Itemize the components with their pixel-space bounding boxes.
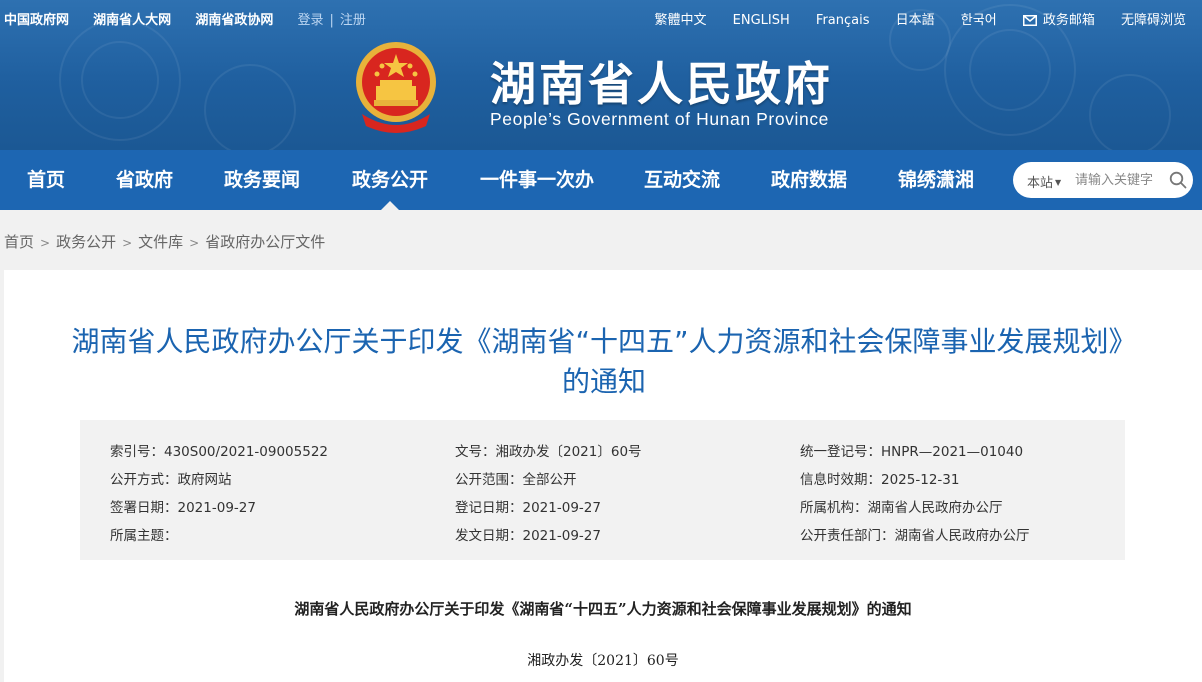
breadcrumb-gov-affairs-open[interactable]: 政务公开 bbox=[56, 233, 116, 251]
document-metadata-table: 索引号：430S00/2021-09005522 文号：湘政办发〔2021〕60… bbox=[80, 420, 1125, 560]
link-china-gov[interactable]: 中国政府网 bbox=[4, 13, 69, 28]
document-body-heading: 湖南省人民政府办公厅关于印发《湖南省“十四五”人力资源和社会保障事业发展规划》的… bbox=[294, 600, 912, 618]
top-link-bar: 中国政府网 湖南省人大网 湖南省政协网 登录 | 注册 繁體中文 ENGLISH F… bbox=[0, 0, 1202, 34]
meta-publish-scope: 公开范围：全部公开 bbox=[455, 472, 577, 488]
gov-mail-label: 政务邮箱 bbox=[1042, 13, 1095, 28]
login-link[interactable]: 登录 bbox=[297, 13, 323, 28]
meta-agency: 所属机构：湖南省人民政府办公厅 bbox=[800, 500, 1003, 516]
search-icon[interactable] bbox=[1169, 171, 1187, 189]
nav-item-gov-affairs-open[interactable]: 政务公开 bbox=[352, 150, 428, 210]
breadcrumb-document-library[interactable]: 文件库 bbox=[138, 233, 183, 251]
nav-item-provincial-gov[interactable]: 省政府 bbox=[116, 150, 173, 210]
search-input[interactable] bbox=[1075, 170, 1165, 190]
meta-publish-method: 公开方式：政府网站 bbox=[110, 472, 232, 488]
search-scope-select[interactable]: 本站 ▼ bbox=[1027, 172, 1061, 191]
lang-korean[interactable]: 한국어 bbox=[961, 13, 997, 28]
caret-down-icon: ▼ bbox=[1055, 178, 1062, 187]
meta-index-no: 索引号：430S00/2021-09005522 bbox=[110, 444, 329, 460]
meta-unified-reg-no: 统一登记号：HNPR—2021—01040 bbox=[800, 444, 1024, 460]
site-title-chinese: 湖南省人民政府 bbox=[490, 57, 833, 111]
document-number: 湘政办发〔2021〕60号 bbox=[527, 653, 679, 669]
search-box: 本站 ▼ bbox=[1013, 162, 1193, 198]
lang-french[interactable]: Français bbox=[816, 13, 870, 28]
nav-item-one-thing-once[interactable]: 一件事一次办 bbox=[480, 150, 594, 210]
link-hunan-cppcc[interactable]: 湖南省政协网 bbox=[195, 13, 273, 28]
breadcrumb-arrow-icon: > bbox=[40, 236, 51, 250]
site-title-english: People’s Government of Hunan Province bbox=[490, 109, 830, 129]
breadcrumb-office-documents[interactable]: 省政府办公厅文件 bbox=[205, 233, 325, 251]
top-links-right: 繁體中文 ENGLISH Français 日本語 한국어 政务邮箱 无障碍浏览 bbox=[632, 9, 1186, 28]
nav-item-interaction[interactable]: 互动交流 bbox=[644, 150, 720, 210]
nav-item-jinxiu-xiaoxiang[interactable]: 锦绣潇湘 bbox=[898, 150, 974, 210]
gov-mail-link[interactable]: 政务邮箱 bbox=[1022, 13, 1095, 28]
main-nav: 首页 省政府 政务要闻 政务公开 一件事一次办 互动交流 政府数据 锦绣潇湘 本… bbox=[0, 150, 1202, 210]
register-link[interactable]: 注册 bbox=[340, 13, 366, 28]
accessibility-link[interactable]: 无障碍浏览 bbox=[1121, 13, 1186, 28]
nav-item-gov-data[interactable]: 政府数据 bbox=[771, 150, 847, 210]
breadcrumb-home[interactable]: 首页 bbox=[4, 233, 34, 251]
login-separator: | bbox=[329, 13, 334, 28]
nav-item-gov-news[interactable]: 政务要闻 bbox=[224, 150, 300, 210]
meta-topic: 所属主题： bbox=[110, 528, 178, 544]
mail-icon bbox=[1022, 15, 1037, 26]
breadcrumb: 首页 > 政务公开 > 文件库 > 省政府办公厅文件 bbox=[4, 231, 325, 252]
nav-item-home[interactable]: 首页 bbox=[27, 150, 65, 210]
lang-traditional-chinese[interactable]: 繁體中文 bbox=[654, 13, 706, 28]
lang-japanese[interactable]: 日本語 bbox=[896, 13, 935, 28]
link-hunan-npc[interactable]: 湖南省人大网 bbox=[93, 13, 171, 28]
breadcrumb-arrow-icon: > bbox=[122, 236, 133, 250]
top-links-left: 中国政府网 湖南省人大网 湖南省政协网 登录 | 注册 bbox=[4, 9, 366, 28]
document-title: 湖南省人民政府办公厅关于印发《湖南省“十四五”人力资源和社会保障事业发展规划》的… bbox=[71, 325, 1137, 398]
meta-valid-until: 信息时效期：2025-12-31 bbox=[800, 472, 960, 488]
search-scope-label: 本站 bbox=[1027, 176, 1054, 191]
lang-english[interactable]: ENGLISH bbox=[733, 13, 790, 28]
meta-doc-no: 文号：湘政办发〔2021〕60号 bbox=[455, 444, 642, 460]
national-emblem-logo bbox=[356, 42, 436, 133]
meta-sign-date: 签署日期：2021-09-27 bbox=[110, 500, 256, 516]
article-panel: 湖南省人民政府办公厅关于印发《湖南省“十四五”人力资源和社会保障事业发展规划》的… bbox=[4, 270, 1202, 682]
meta-register-date: 登记日期：2021-09-27 bbox=[455, 500, 601, 516]
meta-issue-date: 发文日期：2021-09-27 bbox=[455, 528, 601, 544]
meta-responsible-dept: 公开责任部门：湖南省人民政府办公厅 bbox=[800, 528, 1030, 544]
breadcrumb-arrow-icon: > bbox=[189, 236, 200, 250]
header-banner: 中国政府网 湖南省人大网 湖南省政协网 登录 | 注册 繁體中文 ENGLISH F… bbox=[0, 0, 1202, 150]
